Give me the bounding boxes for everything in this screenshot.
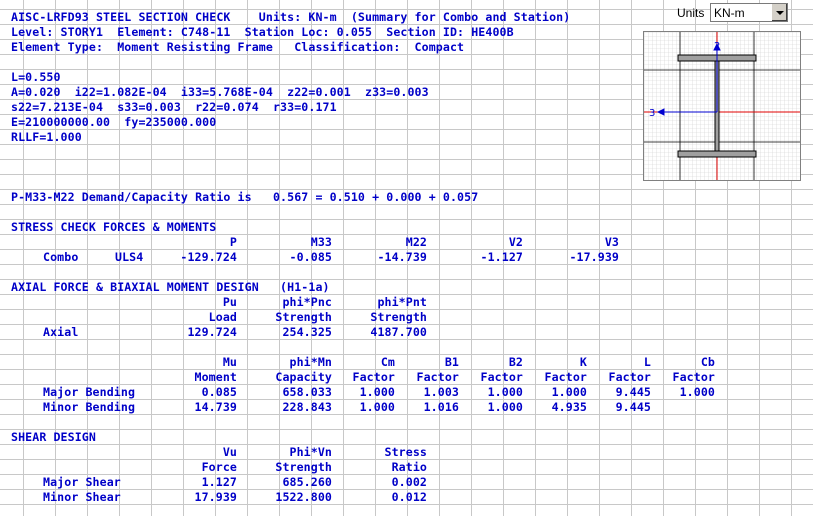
shear-value: 1522.800 — [275, 490, 332, 504]
units-dropdown[interactable]: KN-m — [710, 3, 788, 22]
axial-header: phi*Pnt — [377, 295, 427, 309]
property-line: E=210000000.00 fy=235000.000 — [11, 115, 217, 129]
axial-header: Strength — [275, 310, 332, 324]
moment-value: 1.000 — [359, 385, 395, 399]
moment-value: 9.445 — [615, 400, 651, 414]
stress-header-p: P — [229, 235, 237, 249]
moment-header: Factor — [608, 370, 651, 384]
stress-header-m33: M33 — [310, 235, 332, 249]
axial-row-label: Axial — [43, 325, 79, 339]
moment-header: phi*Mn — [289, 355, 332, 369]
moment-value: 658.033 — [282, 385, 332, 399]
moment-header: Capacity — [275, 370, 332, 384]
moment-value: 4.935 — [551, 400, 587, 414]
units-value: KN-m — [714, 6, 745, 20]
shear-value: 1.127 — [201, 475, 237, 489]
moment-header: Cb — [700, 355, 715, 369]
moment-header: Cm — [380, 355, 395, 369]
shear-row-label: Minor Shear — [43, 490, 121, 504]
element-type: Element Type: Moment Resisting Frame Cla… — [11, 40, 465, 54]
property-line: s22=7.213E-04 s33=0.003 r22=0.074 r33=0.… — [11, 100, 337, 114]
moment-value: 1.000 — [359, 400, 395, 414]
stress-value-v2: -1.127 — [480, 250, 523, 264]
axial-header: phi*Pnc — [282, 295, 332, 309]
axial-header: Load — [208, 310, 237, 324]
moment-value: 1.000 — [487, 400, 523, 414]
moment-value: 14.739 — [194, 400, 237, 414]
report-title: AISC-LRFD93 STEEL SECTION CHECK Units: K… — [11, 10, 571, 24]
moment-value: 1.000 — [551, 385, 587, 399]
demand-capacity-ratio: P-M33-M22 Demand/Capacity Ratio is 0.567… — [11, 190, 479, 204]
stress-value-p: -129.724 — [180, 250, 237, 264]
element-info: Level: STORY1 Element: C748-11 Station L… — [11, 25, 514, 39]
property-line: RLLF=1.000 — [11, 130, 82, 144]
axial-value: 254.325 — [282, 325, 332, 339]
moment-header: Mu — [222, 355, 237, 369]
moment-header: B2 — [508, 355, 523, 369]
shear-header: Force — [201, 460, 237, 474]
moment-header: K — [579, 355, 587, 369]
shear-value: 685.260 — [282, 475, 332, 489]
shear-row-label: Major Shear — [43, 475, 121, 489]
stress-header-m22: M22 — [405, 235, 427, 249]
shear-value: 0.012 — [391, 490, 427, 504]
moment-header: Factor — [672, 370, 715, 384]
moment-header: Factor — [416, 370, 459, 384]
moment-row-label: Major Bending — [43, 385, 136, 399]
property-line: A=0.020 i22=1.082E-04 i33=5.768E-04 z22=… — [11, 85, 429, 99]
moment-value: 1.003 — [423, 385, 459, 399]
axial-header: Strength — [370, 310, 427, 324]
moment-value: 1.000 — [487, 385, 523, 399]
moment-header: L — [643, 355, 651, 369]
moment-header: Factor — [352, 370, 395, 384]
stress-section-title: STRESS CHECK FORCES & MOMENTS — [11, 220, 217, 234]
axial-header: Pu — [222, 295, 237, 309]
moment-header: Factor — [544, 370, 587, 384]
shear-header: Ratio — [391, 460, 427, 474]
shear-value: 0.002 — [391, 475, 427, 489]
section-preview: 2 3 — [643, 31, 801, 181]
stress-header-v3: V3 — [604, 235, 619, 249]
stress-value-m33: -0.085 — [289, 250, 332, 264]
stress-header-v2: V2 — [508, 235, 523, 249]
moment-header: Moment — [194, 370, 237, 384]
stress-value-m22: -14.739 — [377, 250, 427, 264]
stress-value-v3: -17.939 — [569, 250, 619, 264]
property-line: L=0.550 — [11, 70, 61, 84]
shear-header: Vu — [222, 445, 237, 459]
moment-value: 9.445 — [615, 385, 651, 399]
stress-row-combo: ULS4 — [115, 250, 144, 264]
chevron-down-icon[interactable] — [771, 4, 787, 21]
moment-row-label: Minor Bending — [43, 400, 136, 414]
axis-3-label: 3 — [649, 108, 655, 119]
shear-header: Strength — [275, 460, 332, 474]
shear-header: Stress — [384, 445, 427, 459]
moment-value: 1.000 — [679, 385, 715, 399]
moment-value: 1.016 — [423, 400, 459, 414]
shear-value: 17.939 — [194, 490, 237, 504]
axial-value: 129.724 — [187, 325, 237, 339]
moment-value: 228.843 — [282, 400, 332, 414]
shear-section-title: SHEAR DESIGN — [11, 430, 96, 444]
moment-header: B1 — [444, 355, 459, 369]
axial-section-title: AXIAL FORCE & BIAXIAL MOMENT DESIGN (H1-… — [11, 280, 330, 294]
axial-value: 4187.700 — [370, 325, 427, 339]
units-label: Units — [677, 6, 705, 20]
stress-row-label: Combo — [43, 250, 79, 264]
axis-2-label: 2 — [714, 41, 720, 52]
section-drawing: 2 3 — [644, 32, 800, 180]
moment-value: 0.085 — [201, 385, 237, 399]
shear-header: Phi*Vn — [289, 445, 332, 459]
moment-header: Factor — [480, 370, 523, 384]
